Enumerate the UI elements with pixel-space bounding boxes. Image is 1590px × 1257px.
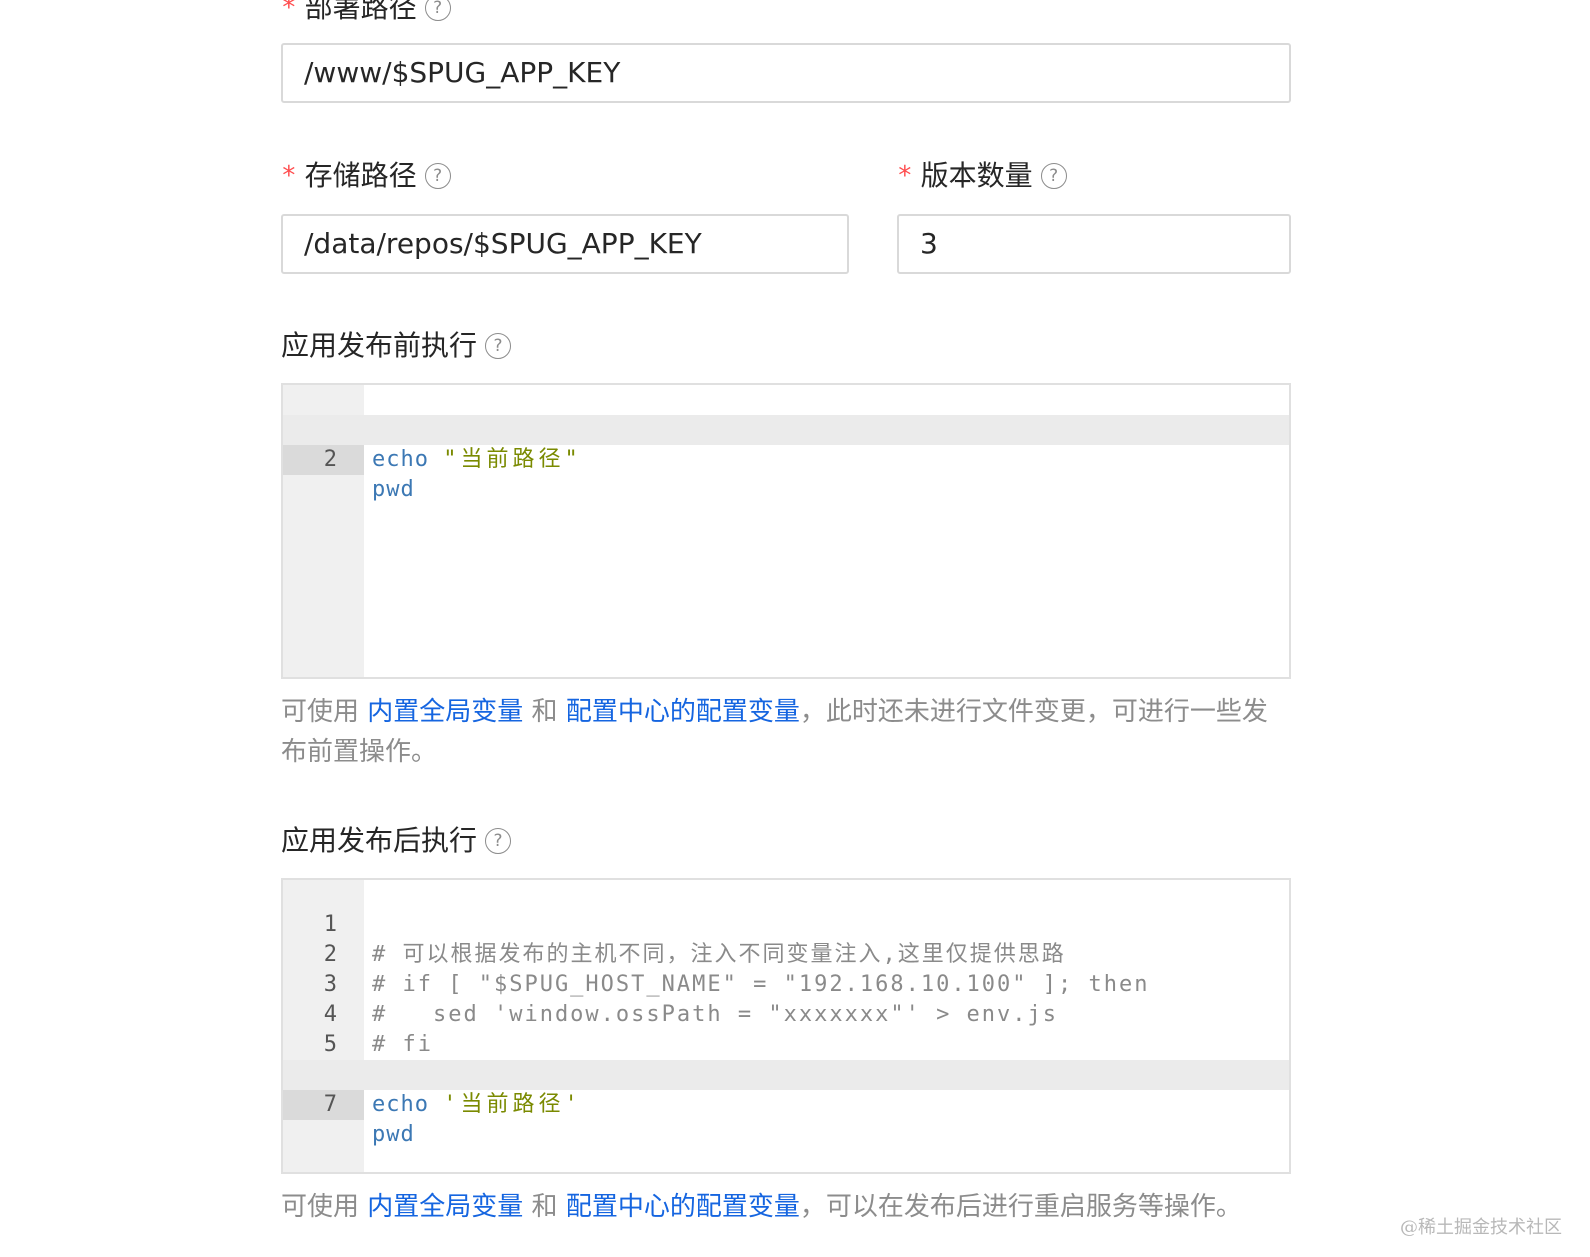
version-count-label: * 版本数量 ?: [897, 158, 1067, 194]
deploy-path-input[interactable]: /www/$SPUG_APP_KEY: [281, 43, 1291, 103]
config-center-variables-link[interactable]: 配置中心的配置变量: [566, 697, 800, 727]
version-count-input[interactable]: 3: [897, 214, 1291, 274]
version-count-label-text: 版本数量: [920, 159, 1033, 192]
post-deploy-hint: 可使用 内置全局变量 和 配置中心的配置变量，可以在发布后进行重启服务等操作。: [281, 1187, 1291, 1227]
pre-deploy-label: 应用发布前执行 ?: [281, 328, 512, 364]
code-line[interactable]: 6 echo '当前路径': [283, 1030, 1289, 1117]
line-number: 7: [283, 1090, 364, 1120]
question-circle-icon[interactable]: ?: [1040, 163, 1067, 189]
question-circle-icon[interactable]: ?: [424, 163, 451, 189]
post-deploy-label-text: 应用发布后执行: [281, 824, 478, 857]
code-line[interactable]: 4 # fi: [283, 970, 1289, 1057]
pre-deploy-editor[interactable]: 1 echo "当前路径" 2 pwd: [281, 383, 1291, 679]
storage-path-label-text: 存储路径: [304, 159, 417, 192]
code-text: echo '当前路径': [372, 1090, 582, 1120]
code-line[interactable]: 5: [283, 1000, 1289, 1057]
hint-text: 可使用: [281, 697, 368, 727]
code-line-active[interactable]: 7 pwd: [283, 1060, 1289, 1147]
deploy-path-label: * 部署路径 ?: [281, 0, 451, 26]
storage-path-label: * 存储路径 ?: [281, 158, 451, 194]
watermark: @稀土掘金技术社区: [1400, 1217, 1562, 1238]
code-text: echo "当前路径": [372, 445, 582, 475]
code-line[interactable]: 1 # 可以根据发布的主机不同，注入不同变量注入,这里仅提供思路: [283, 880, 1289, 967]
question-circle-icon[interactable]: ?: [485, 333, 512, 359]
code-command: echo: [372, 447, 429, 472]
storage-path-input[interactable]: /data/repos/$SPUG_APP_KEY: [281, 214, 849, 274]
code-command: pwd: [372, 1122, 415, 1147]
builtin-variables-link[interactable]: 内置全局变量: [367, 1192, 523, 1222]
code-string: "当前路径": [443, 447, 582, 472]
required-mark: *: [281, 0, 297, 23]
builtin-variables-link[interactable]: 内置全局变量: [367, 697, 523, 727]
post-deploy-editor[interactable]: 1 # 可以根据发布的主机不同，注入不同变量注入,这里仅提供思路 2 # if …: [281, 878, 1291, 1174]
required-mark: *: [281, 161, 297, 191]
hint-text: 可使用: [281, 1192, 368, 1222]
line-number: 2: [283, 445, 364, 475]
hint-text: 和: [523, 697, 566, 727]
code-line[interactable]: 1 echo "当前路径": [283, 385, 1289, 472]
hint-text: 和: [523, 1192, 566, 1222]
code-string: '当前路径': [443, 1092, 582, 1117]
required-mark: *: [897, 161, 913, 191]
code-line-active[interactable]: 2 pwd: [283, 415, 1289, 502]
code-text: pwd: [372, 475, 415, 505]
pre-deploy-label-text: 应用发布前执行: [281, 329, 478, 362]
pre-deploy-hint: 可使用 内置全局变量 和 配置中心的配置变量，此时还未进行文件变更，可进行一些发…: [281, 692, 1291, 772]
code-line[interactable]: 3 # sed 'window.ossPath = "xxxxxxx"' > e…: [283, 940, 1289, 1027]
code-command: echo: [372, 1092, 429, 1117]
post-deploy-label: 应用发布后执行 ?: [281, 823, 512, 859]
code-text: pwd: [372, 1120, 415, 1150]
question-circle-icon[interactable]: ?: [424, 0, 451, 21]
config-center-variables-link[interactable]: 配置中心的配置变量: [566, 1192, 800, 1222]
deploy-path-label-text: 部署路径: [304, 0, 417, 24]
code-command: pwd: [372, 477, 415, 502]
hint-text: ，可以在发布后进行重启服务等操作。: [799, 1192, 1242, 1222]
question-circle-icon[interactable]: ?: [485, 828, 512, 854]
code-line[interactable]: 2 # if [ "$SPUG_HOST_NAME" = "192.168.10…: [283, 910, 1289, 997]
